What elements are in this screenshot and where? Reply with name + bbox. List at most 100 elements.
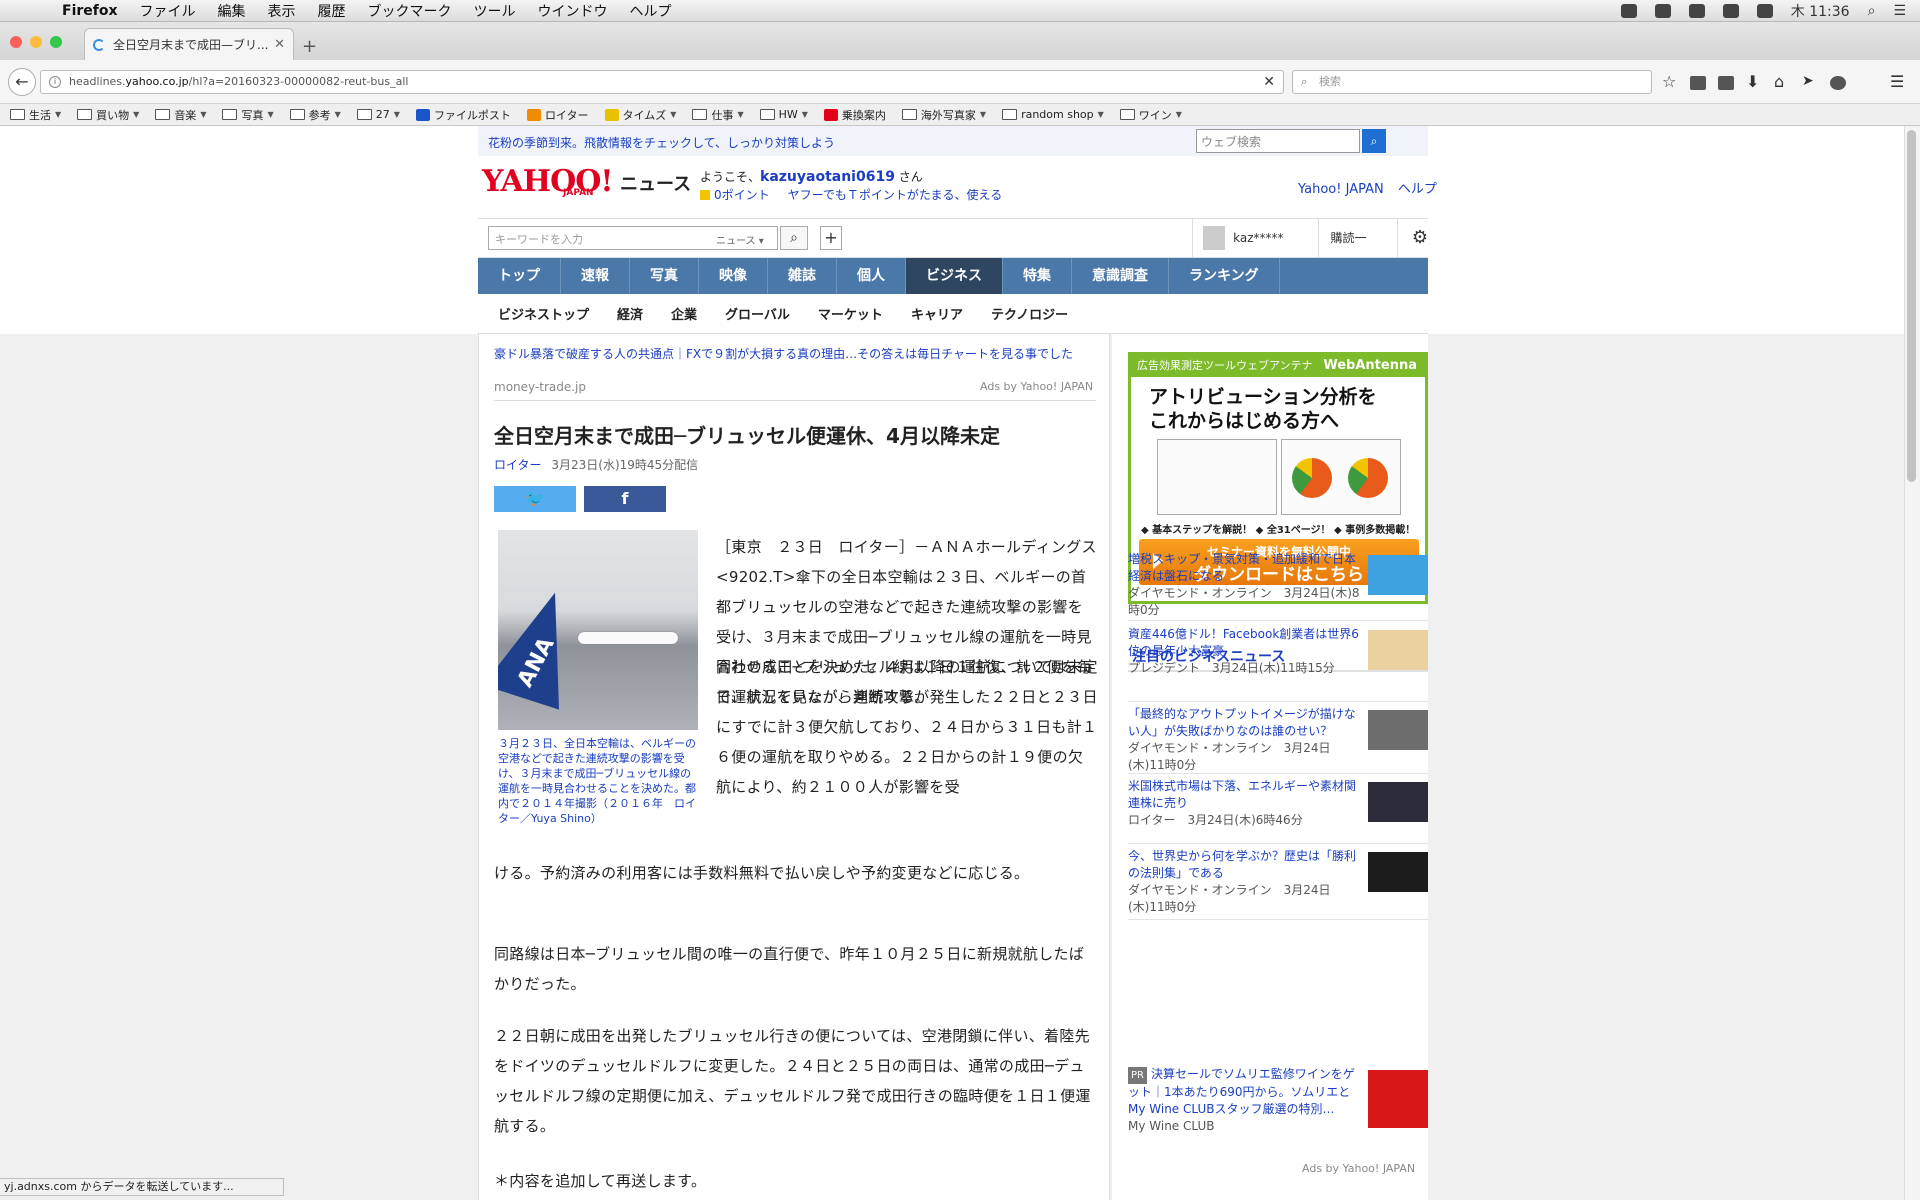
nav-tab-7[interactable]: 特集 xyxy=(1003,258,1072,294)
news-item-title[interactable]: 「最終的なアウトプットイメージが描けない人」が失敗ばかりなのは誰のせい？ xyxy=(1128,707,1356,738)
sub-nav-1[interactable]: 経済 xyxy=(617,304,643,323)
bookmark-8[interactable]: タイムズ ▼ xyxy=(604,107,676,123)
menu-bookmarks[interactable]: ブックマーク xyxy=(368,1,452,21)
stop-loading-icon[interactable]: ✕ xyxy=(1263,71,1275,93)
top-ad-link[interactable]: 豪ドル暴落で破産する人の共通点｜FXで９割が大損する真の理由…その答えは毎日チャ… xyxy=(494,346,1100,362)
clock[interactable]: 木 11:36 xyxy=(1791,1,1850,21)
wine-ad-thumbnail[interactable] xyxy=(1368,1070,1428,1128)
sub-nav-3[interactable]: グローバル xyxy=(725,304,790,323)
pr-item[interactable]: PR 決算セールでソムリエ監修ワインをゲット｜1本あたり690円から。ソムリエとM… xyxy=(1128,1066,1428,1162)
bookmark-1[interactable]: 買い物 ▼ xyxy=(77,107,139,123)
web-search-button[interactable]: ⌕ xyxy=(1362,129,1386,153)
news-item[interactable]: 今、世界史から何を学ぶか？歴史は「勝利の法則集」である ダイヤモンド・オンライン … xyxy=(1128,848,1428,920)
photo-caption[interactable]: ３月２３日、全日本空輸は、ベルギーの空港などで起きた連続攻撃の影響を受け、３月末… xyxy=(498,736,698,826)
nav-tab-6[interactable]: ビジネス xyxy=(906,258,1003,294)
news-thumbnail[interactable] xyxy=(1368,852,1428,892)
nav-tab-4[interactable]: 雑誌 xyxy=(768,258,837,294)
news-item-title[interactable]: 増税スキップ・景気対策・追加緩和で日本経済は盤石になる xyxy=(1128,552,1356,583)
status-icon[interactable] xyxy=(1688,4,1705,18)
nav-tab-1[interactable]: 速報 xyxy=(561,258,630,294)
hamburger-menu-icon[interactable]: ☰ xyxy=(1890,72,1906,91)
subscriptions-link[interactable]: 購読一覧 xyxy=(1317,218,1375,285)
notification-center-icon[interactable]: ☰ xyxy=(1893,3,1906,19)
news-item[interactable]: 増税スキップ・景気対策・追加緩和で日本経済は盤石になる ダイヤモンド・オンライン … xyxy=(1128,551,1428,621)
nav-tab-8[interactable]: 意識調査 xyxy=(1072,258,1169,294)
page-scrollbar-thumb[interactable] xyxy=(1907,130,1916,482)
time-machine-icon[interactable] xyxy=(1654,4,1671,18)
bookmark-10[interactable]: HW ▼ xyxy=(759,108,808,121)
url-bar[interactable]: i headlines.yahoo.co.jp/hl?a=20160323-00… xyxy=(40,70,1284,94)
close-window-button[interactable] xyxy=(10,36,22,48)
tweet-button[interactable]: 🐦 xyxy=(494,486,576,512)
sub-nav-5[interactable]: キャリア xyxy=(911,304,963,323)
site-info-icon[interactable]: i xyxy=(49,76,61,88)
keyword-search-button[interactable]: ⌕ xyxy=(780,226,808,250)
gear-icon[interactable]: ⚙ xyxy=(1396,218,1428,258)
menu-window[interactable]: ウインドウ xyxy=(538,1,608,21)
zoom-window-button[interactable] xyxy=(50,36,62,48)
facebook-share-button[interactable]: f xyxy=(584,486,666,512)
bookmark-9[interactable]: 仕事 ▼ xyxy=(692,107,744,123)
nav-tab-5[interactable]: 個人 xyxy=(837,258,906,294)
news-thumbnail[interactable] xyxy=(1368,782,1428,822)
news-thumbnail[interactable] xyxy=(1368,555,1428,595)
bookmark-11[interactable]: 乗換案内 xyxy=(823,107,886,123)
close-tab-icon[interactable]: ✕ xyxy=(274,37,285,52)
tpoint-balance[interactable]: 0ポイント xyxy=(714,186,770,203)
tpoint-message[interactable]: ヤフーでもＴポイントがたまる、使える xyxy=(788,186,1003,203)
news-item[interactable]: 「最終的なアウトプットイメージが描けない人」が失敗ばかりなのは誰のせい？ ダイヤモ… xyxy=(1128,706,1428,774)
search-category-select[interactable]: ニュース ▾ xyxy=(716,232,764,247)
bookmark-6[interactable]: ファイルポスト xyxy=(415,107,511,123)
menu-file[interactable]: ファイル xyxy=(140,1,196,21)
news-item-title[interactable]: 資産446億ドル！Facebook創業者は世界6位の最年少大富豪 xyxy=(1128,627,1359,658)
chat-icon[interactable] xyxy=(1830,76,1846,90)
share-icon[interactable]: ➤ xyxy=(1802,73,1818,89)
menu-app-name[interactable]: Firefox xyxy=(62,3,118,19)
user-short-name[interactable]: kaz***** xyxy=(1233,231,1283,245)
minimize-window-button[interactable] xyxy=(30,36,42,48)
pocket-icon[interactable] xyxy=(1718,76,1734,90)
username-link[interactable]: kazuyaotani0619 xyxy=(760,169,895,185)
bookmark-4[interactable]: 参考 ▼ xyxy=(289,107,341,123)
menu-help[interactable]: ヘルプ xyxy=(630,1,672,21)
nav-tab-3[interactable]: 映像 xyxy=(699,258,768,294)
news-item[interactable]: 米国株式市場は下落、エネルギーや素材関連株に売り ロイター 3月24日(木)6時4… xyxy=(1128,778,1428,844)
avatar[interactable] xyxy=(1203,226,1226,250)
sub-nav-6[interactable]: テクノロジー xyxy=(991,304,1068,323)
bookmark-2[interactable]: 音楽 ▼ xyxy=(155,107,206,123)
sub-nav-4[interactable]: マーケット xyxy=(818,304,883,323)
sub-nav-0[interactable]: ビジネストップ xyxy=(498,304,589,323)
bookmark-13[interactable]: random shop ▼ xyxy=(1002,108,1104,121)
news-section-label[interactable]: ニュース xyxy=(620,170,691,196)
dropbox-icon[interactable] xyxy=(1620,4,1637,18)
news-item[interactable]: 資産446億ドル！Facebook創業者は世界6位の最年少大富豪 プレジデント 3… xyxy=(1128,626,1428,702)
top-ad-attribution[interactable]: Ads by Yahoo! JAPAN xyxy=(980,380,1093,393)
home-icon[interactable]: ⌂ xyxy=(1774,72,1790,91)
news-thumbnail[interactable] xyxy=(1368,630,1428,670)
nav-tab-9[interactable]: ランキング xyxy=(1169,258,1280,294)
bookmark-12[interactable]: 海外写真家 ▼ xyxy=(901,107,986,123)
web-search-input[interactable]: ウェブ検索 xyxy=(1196,129,1360,153)
article-photo[interactable]: ANA xyxy=(498,530,698,730)
news-thumbnail[interactable] xyxy=(1368,710,1428,750)
reading-list-icon[interactable] xyxy=(1690,76,1706,90)
star-bookmark-icon[interactable]: ☆ xyxy=(1662,72,1678,91)
top-ad-source[interactable]: money-trade.jp xyxy=(494,380,586,394)
menu-tools[interactable]: ツール xyxy=(474,1,516,21)
input-source-icon[interactable] xyxy=(1722,4,1739,18)
side-ads-attribution[interactable]: Ads by Yahoo! JAPAN xyxy=(1302,1162,1415,1175)
nav-tab-2[interactable]: 写真 xyxy=(630,258,699,294)
yahoo-japan-link[interactable]: Yahoo! JAPAN xyxy=(1298,182,1384,197)
bookmark-3[interactable]: 写真 ▼ xyxy=(222,107,274,123)
nav-tab-0[interactable]: トップ xyxy=(478,258,561,294)
browser-search-input[interactable]: ⌕ 検索 xyxy=(1292,70,1652,94)
spotlight-icon[interactable]: ⌕ xyxy=(1868,3,1876,19)
pollen-promo-link[interactable]: 花粉の季節到来。飛散情報をチェックして、しっかり対策しよう xyxy=(488,134,835,151)
menu-edit[interactable]: 編集 xyxy=(218,1,246,21)
tab-active[interactable]: 全日空月末まで成田—ブリ... ✕ xyxy=(84,28,294,60)
back-button[interactable]: ← xyxy=(8,68,36,96)
wifi-icon[interactable] xyxy=(1756,4,1773,18)
menu-view[interactable]: 表示 xyxy=(268,1,296,21)
bookmark-0[interactable]: 生活 ▼ xyxy=(10,107,61,123)
help-link[interactable]: ヘルプ xyxy=(1398,182,1437,197)
